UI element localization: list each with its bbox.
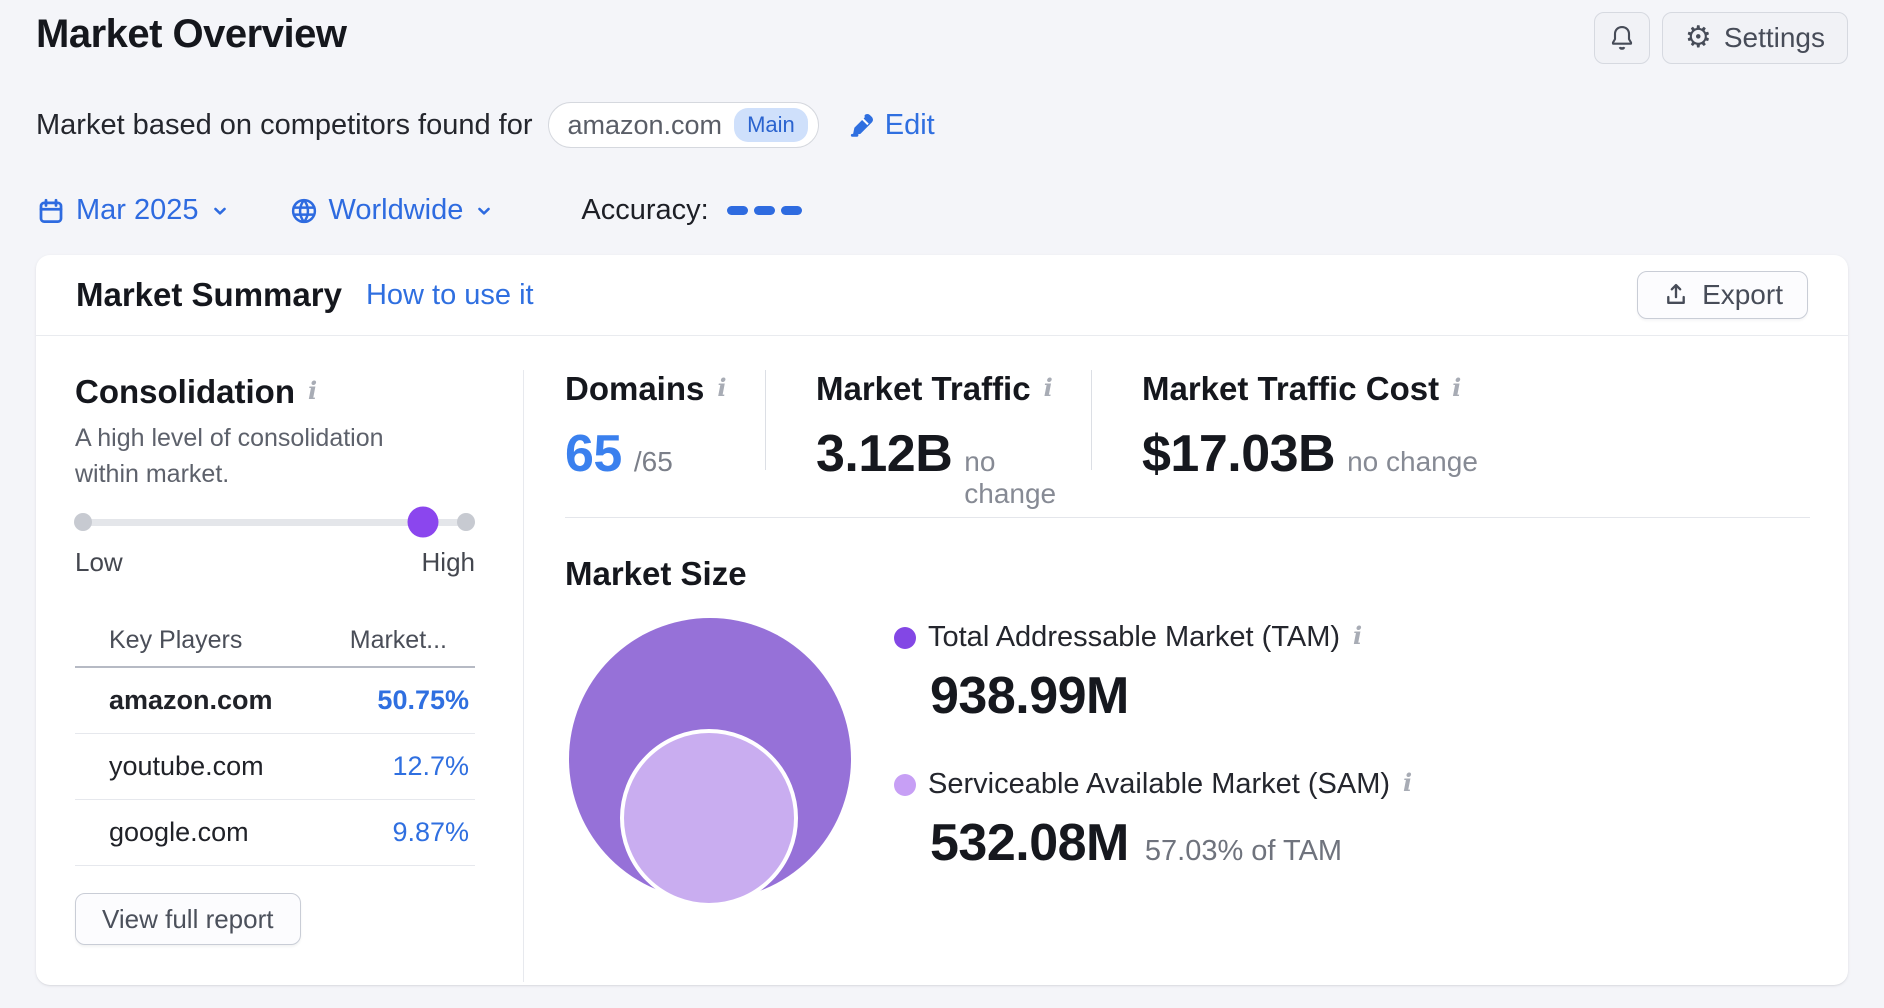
stats-row: Domains i 65 /65 Market Traffic i 3.12B … — [565, 370, 1478, 510]
view-full-report-button[interactable]: View full report — [75, 893, 301, 945]
slider-handle — [408, 507, 439, 538]
info-icon[interactable]: i — [717, 373, 726, 402]
export-label: Export — [1702, 279, 1783, 311]
sam-legend-row: Serviceable Available Market (SAM) i — [894, 768, 1412, 801]
accuracy-indicator: Accuracy: — [581, 194, 801, 227]
chevron-down-icon — [473, 200, 495, 222]
slider-start-dot — [74, 513, 92, 531]
stat-market-traffic-cost: Market Traffic Cost i $17.03B no change — [1092, 370, 1478, 510]
pencil-icon — [847, 111, 876, 140]
consolidation-slider — [75, 505, 475, 539]
date-filter[interactable]: Mar 2025 — [36, 194, 231, 227]
accuracy-label: Accuracy: — [581, 194, 708, 227]
row-share: 12.7% — [392, 751, 469, 782]
main-badge: Main — [734, 108, 808, 142]
col-market-share: Market... — [350, 626, 447, 655]
section-divider — [565, 517, 1810, 518]
domain-pill[interactable]: amazon.com Main — [548, 102, 818, 148]
topbar-actions: ⚙ Settings — [1594, 12, 1848, 64]
tam-value: 938.99M — [930, 666, 1129, 726]
date-filter-label: Mar 2025 — [76, 194, 199, 227]
sam-value-row: 532.08M 57.03% of TAM — [930, 813, 1412, 873]
domain-name: amazon.com — [567, 110, 722, 141]
accuracy-level-dashes — [727, 206, 802, 215]
stat-note: no change — [964, 446, 1091, 510]
tam-value-row: 938.99M — [930, 666, 1412, 726]
stat-label: Domains i — [565, 370, 765, 408]
region-filter[interactable]: Worldwide — [289, 194, 496, 227]
info-icon[interactable]: i — [1044, 373, 1053, 402]
region-filter-label: Worldwide — [329, 194, 464, 227]
row-share: 50.75% — [377, 685, 469, 716]
col-key-players: Key Players — [109, 626, 242, 655]
card-title: Market Summary — [76, 276, 342, 314]
calendar-icon — [36, 196, 66, 226]
sam-label: Serviceable Available Market (SAM) — [928, 768, 1390, 801]
row-share: 9.87% — [392, 817, 469, 848]
row-domain: google.com — [109, 817, 249, 848]
subheader-text: Market based on competitors found for — [36, 109, 532, 142]
stat-value: $17.03B — [1142, 424, 1335, 484]
edit-label: Edit — [885, 109, 935, 142]
sam-dot-icon — [894, 774, 916, 796]
settings-label: Settings — [1724, 22, 1825, 54]
consolidation-description: A high level of consolidation within mar… — [75, 421, 425, 492]
table-row: google.com 9.87% — [75, 800, 475, 866]
info-icon[interactable]: i — [308, 376, 317, 405]
sam-value: 532.08M — [930, 813, 1129, 873]
card-header: Market Summary How to use it Export — [36, 255, 1848, 336]
slider-end-dot — [457, 513, 475, 531]
market-size-title: Market Size — [565, 555, 747, 593]
consolidation-section-title: Consolidation i — [75, 373, 317, 411]
notifications-button[interactable] — [1594, 12, 1650, 64]
table-header-row: Key Players Market... — [75, 615, 475, 668]
stat-domains: Domains i 65 /65 — [565, 370, 765, 510]
slider-low-label: Low — [75, 547, 123, 578]
globe-icon — [289, 196, 319, 226]
info-icon[interactable]: i — [1403, 768, 1412, 797]
row-domain: youtube.com — [109, 751, 264, 782]
gear-icon: ⚙ — [1685, 23, 1712, 53]
tam-legend-row: Total Addressable Market (TAM) i — [894, 621, 1412, 654]
market-summary-card: Market Summary How to use it Export Cons… — [36, 255, 1848, 985]
tam-dot-icon — [894, 627, 916, 649]
tam-label: Total Addressable Market (TAM) — [928, 621, 1340, 654]
market-overview-page: Market Overview ⚙ Settings Market based … — [0, 0, 1884, 1008]
sam-bubble[interactable] — [620, 729, 798, 907]
stat-note: /65 — [634, 446, 673, 478]
row-domain: amazon.com — [109, 685, 273, 716]
export-icon — [1662, 281, 1690, 309]
sam-pct-of-tam: 57.03% of TAM — [1145, 835, 1342, 868]
stat-label: Market Traffic Cost i — [1142, 370, 1478, 408]
page-title: Market Overview — [36, 12, 346, 57]
key-players-table: Key Players Market... amazon.com 50.75% … — [75, 615, 475, 866]
edit-button[interactable]: Edit — [847, 109, 935, 142]
chevron-down-icon — [209, 200, 231, 222]
market-size-legend: Total Addressable Market (TAM) i 938.99M… — [894, 621, 1412, 873]
bell-icon — [1607, 23, 1637, 53]
consolidation-title-text: Consolidation — [75, 373, 295, 411]
filters-row: Mar 2025 Worldwide Accuracy: — [36, 194, 802, 227]
column-divider — [523, 370, 524, 982]
how-to-use-link[interactable]: How to use it — [366, 279, 534, 312]
slider-high-label: High — [422, 547, 475, 578]
stat-value: 3.12B — [816, 424, 952, 484]
stat-note: no change — [1347, 446, 1478, 478]
stat-value[interactable]: 65 — [565, 424, 622, 484]
info-icon[interactable]: i — [1353, 621, 1362, 650]
stat-label: Market Traffic i — [816, 370, 1091, 408]
slider-labels: Low High — [75, 547, 475, 578]
export-button[interactable]: Export — [1637, 271, 1808, 319]
info-icon[interactable]: i — [1452, 373, 1461, 402]
table-row: youtube.com 12.7% — [75, 734, 475, 800]
stat-market-traffic: Market Traffic i 3.12B no change — [766, 370, 1091, 510]
subheader: Market based on competitors found for am… — [36, 101, 935, 149]
table-row: amazon.com 50.75% — [75, 668, 475, 734]
settings-button[interactable]: ⚙ Settings — [1662, 12, 1848, 64]
